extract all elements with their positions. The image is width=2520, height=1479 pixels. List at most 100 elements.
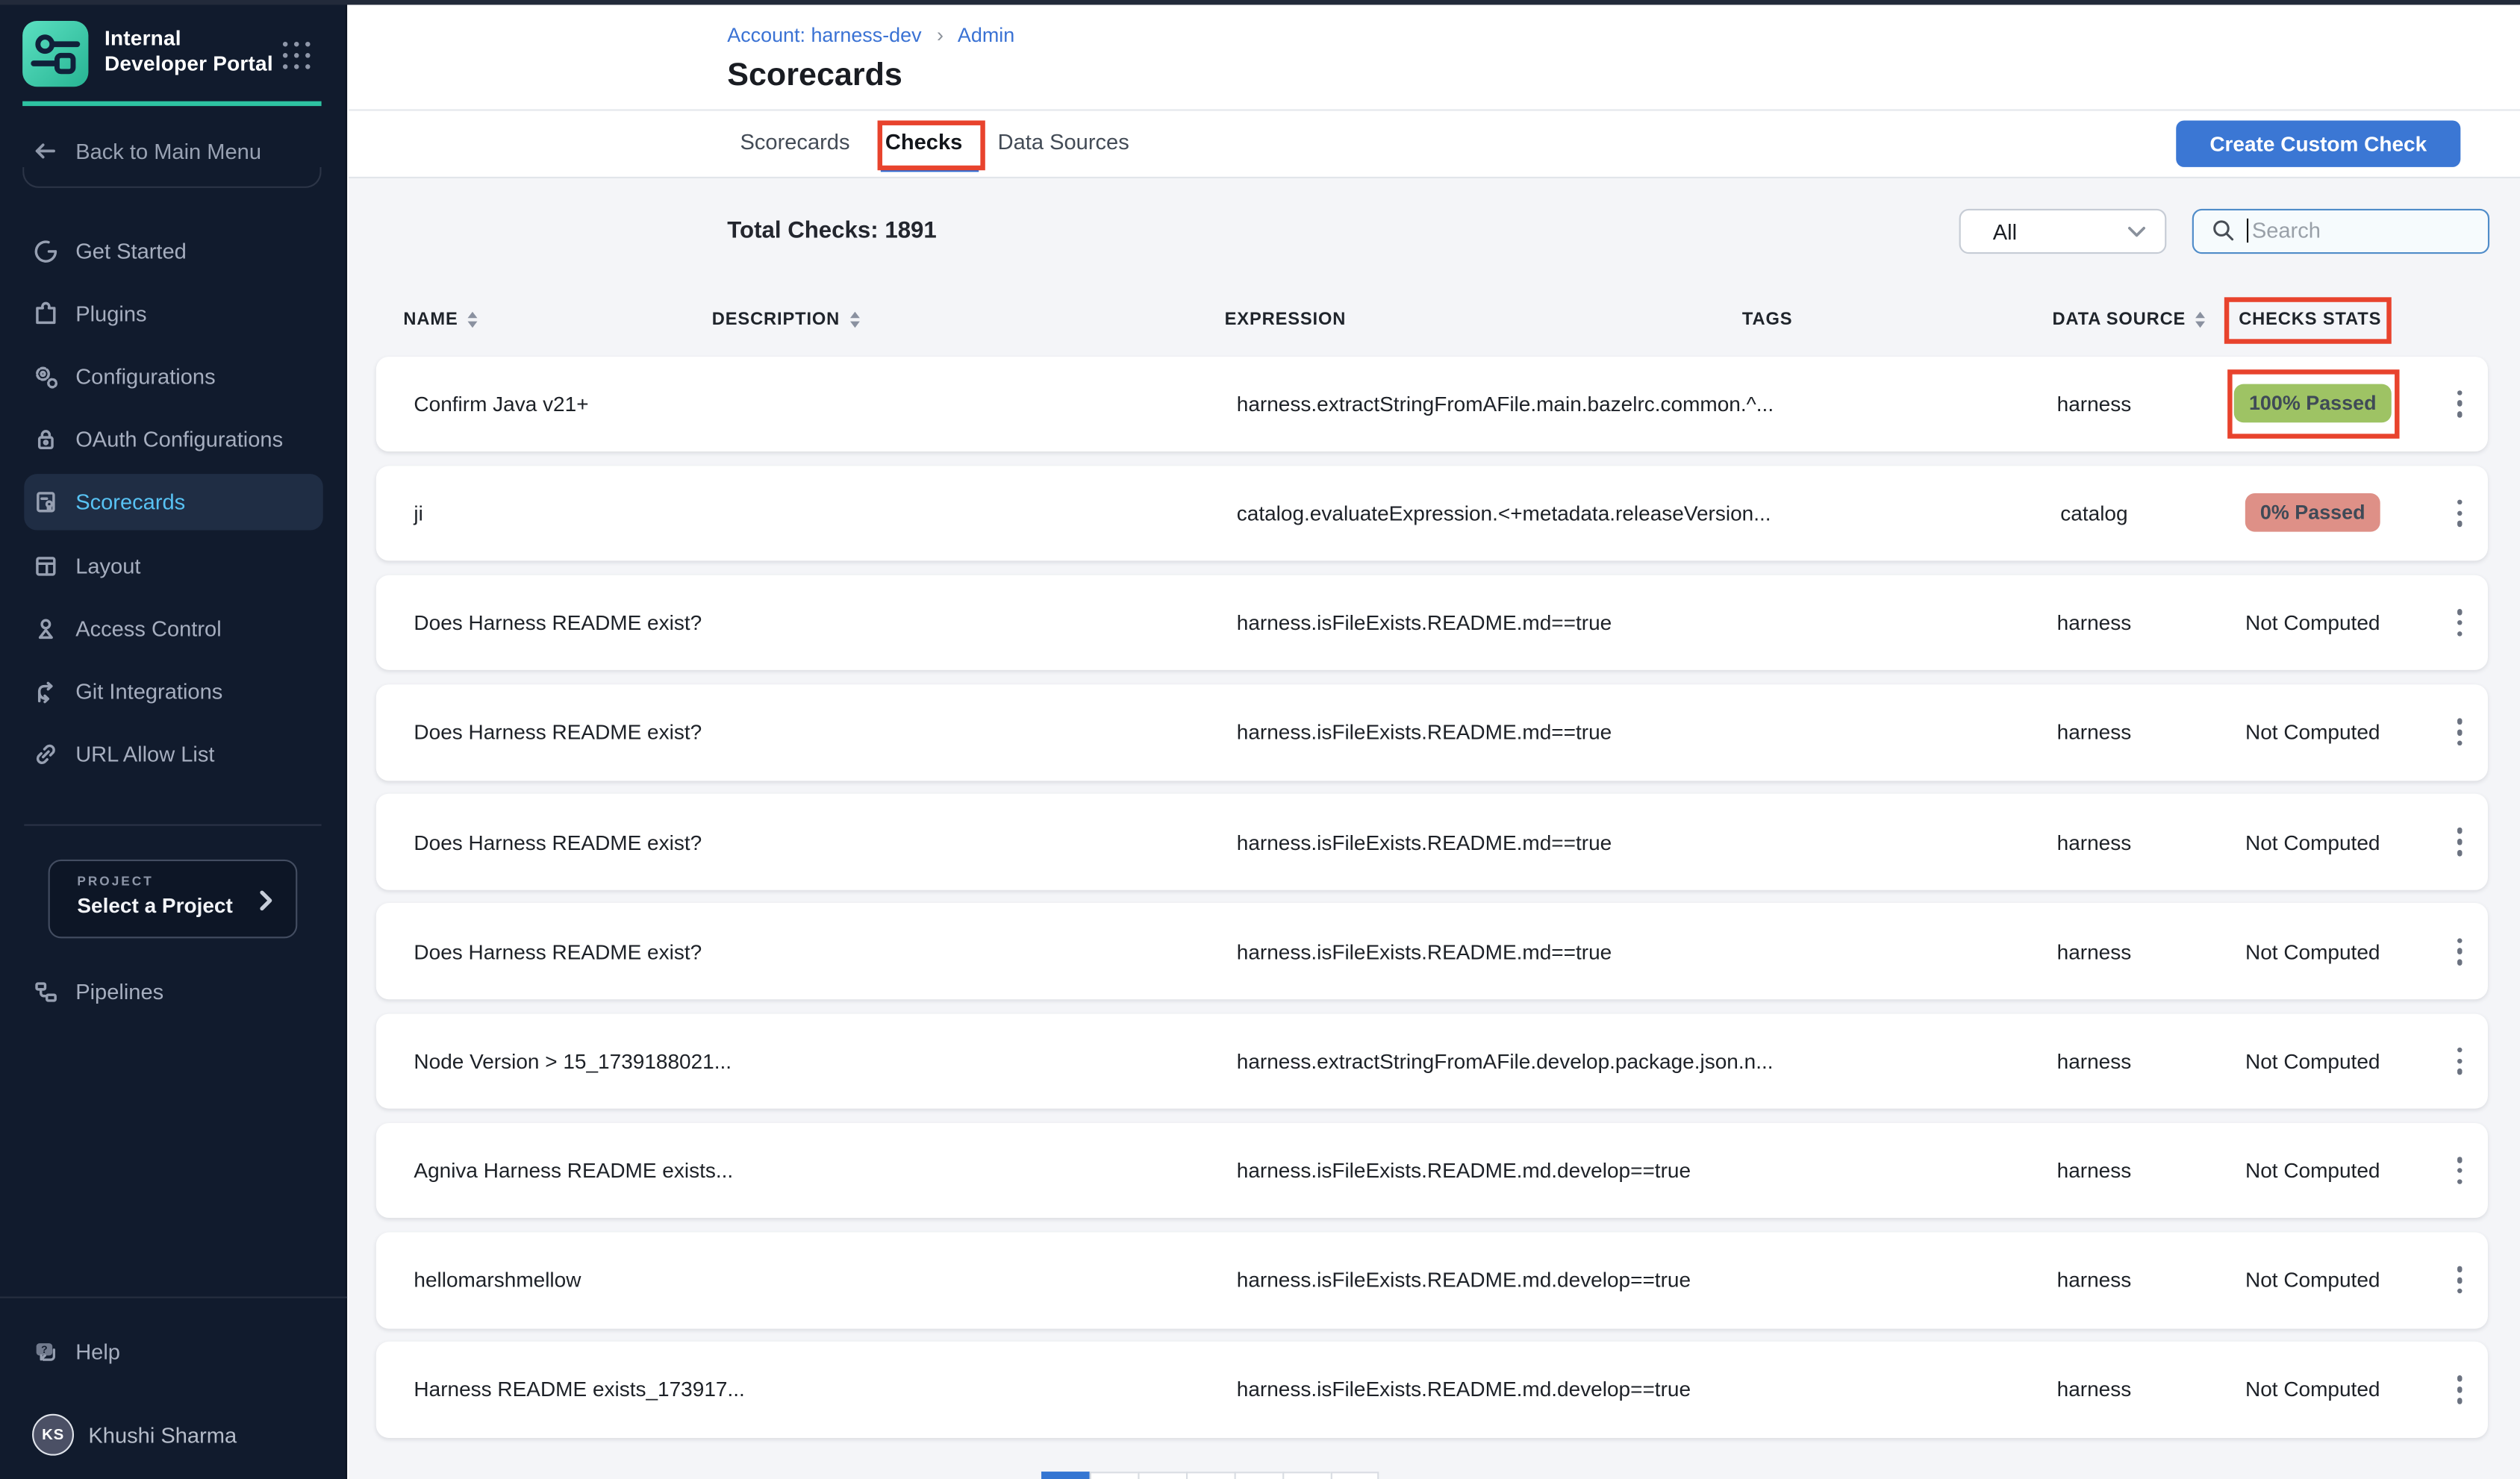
sidebar-item-layout[interactable]: Layout: [0, 534, 346, 597]
git-integrations-icon: [32, 678, 60, 705]
cell-name: Agniva Harness README exists...: [414, 1123, 992, 1219]
sort-icon[interactable]: [849, 312, 859, 328]
sort-icon[interactable]: [2195, 312, 2205, 328]
table-row: ji catalog.evaluateExpression.<+metadata…: [375, 466, 2487, 561]
sidebar-item-access-control[interactable]: Access Control: [0, 597, 346, 660]
table-row: Harness README exists_173917... harness.…: [375, 1342, 2487, 1437]
tab-checks[interactable]: Checks: [885, 120, 962, 163]
project-selector[interactable]: PROJECT Select a Project: [49, 859, 298, 938]
back-to-main-menu[interactable]: Back to Main Menu: [32, 135, 322, 167]
sidebar-item-oauth-configurations[interactable]: OAuth Configurations: [0, 408, 346, 471]
row-menu-kebab-icon[interactable]: [2445, 466, 2474, 561]
sidebar-item-help[interactable]: ? Help: [0, 1321, 346, 1383]
user-menu[interactable]: KS Khushi Sharma: [32, 1413, 337, 1457]
page-button[interactable]: [1235, 1472, 1283, 1479]
create-custom-check-button[interactable]: Create Custom Check: [2176, 120, 2460, 166]
cell-name: Confirm Java v21+: [414, 356, 992, 451]
chevron-down-icon: [2128, 226, 2146, 237]
row-menu-kebab-icon[interactable]: [2445, 575, 2474, 671]
oauth-icon: [32, 426, 60, 454]
sidebar-item-get-started[interactable]: Get Started: [0, 220, 346, 283]
cell-checks-stats-not-computed: Not Computed: [2224, 1342, 2401, 1437]
chevron-right-icon: [255, 888, 276, 912]
apps-grid-icon[interactable]: [283, 42, 312, 71]
sidebar-item-pipelines[interactable]: Pipelines: [0, 961, 346, 1024]
pipelines-icon: [32, 978, 60, 1006]
table-row: hellomarshmellow harness.isFileExists.RE…: [375, 1232, 2487, 1328]
cell-name: Does Harness README exist?: [414, 575, 992, 671]
row-menu-kebab-icon[interactable]: [2445, 794, 2474, 889]
cell-data-source: harness: [2014, 904, 2174, 999]
row-menu-kebab-icon[interactable]: [2445, 1232, 2474, 1328]
row-menu-kebab-icon[interactable]: [2445, 356, 2474, 451]
app-root: Internal Developer Portal Back to Main M…: [0, 0, 2520, 1479]
search-box: [2192, 208, 2489, 254]
sort-icon[interactable]: [468, 312, 478, 328]
table-row: Confirm Java v21+ harness.extractStringF…: [375, 356, 2487, 451]
page-button[interactable]: [1186, 1472, 1235, 1479]
column-header-name[interactable]: NAME: [403, 305, 477, 334]
cell-data-source: harness: [2014, 356, 2174, 451]
page-button[interactable]: [1090, 1472, 1138, 1479]
sidebar-item-git-integrations[interactable]: Git Integrations: [0, 660, 346, 722]
project-value: Select a Project: [77, 892, 279, 916]
cell-data-source: harness: [2014, 794, 2174, 889]
sidebar-item-configurations[interactable]: Configurations: [0, 345, 346, 408]
harness-idp-logo-icon: [22, 21, 88, 87]
tab-bar: Scorecards Checks Data Sources: [740, 120, 1129, 163]
sidebar-nav: Get Started Plugins Configurations OAuth…: [0, 220, 346, 786]
tab-data-sources[interactable]: Data Sources: [998, 120, 1129, 163]
url-allow-list-icon: [32, 740, 60, 768]
cell-name: Does Harness README exist?: [414, 904, 992, 999]
help-icon: ?: [32, 1339, 60, 1366]
search-icon: [2212, 219, 2236, 243]
cell-name: ji: [414, 466, 992, 561]
column-header-checks-stats: CHECKS STATS: [2239, 305, 2381, 334]
sidebar-divider-mid: [24, 825, 321, 826]
row-menu-kebab-icon[interactable]: [2445, 1123, 2474, 1219]
sidebar-divider-bottom: [0, 1295, 346, 1297]
cell-name: Node Version > 15_1739188021...: [414, 1013, 992, 1109]
sidebar-item-plugins[interactable]: Plugins: [0, 283, 346, 345]
cell-checks-stats-not-computed: Not Computed: [2224, 684, 2401, 780]
breadcrumb-account-link[interactable]: Account: harness-dev: [727, 24, 921, 46]
header-divider: [348, 109, 2520, 110]
row-menu-kebab-icon[interactable]: [2445, 684, 2474, 780]
stats-badge-red: 0% Passed: [2246, 494, 2380, 533]
row-menu-kebab-icon[interactable]: [2445, 1013, 2474, 1109]
cell-name: hellomarshmellow: [414, 1232, 992, 1328]
cell-name: Does Harness README exist?: [414, 684, 992, 780]
sidebar-item-url-allow-list[interactable]: URL Allow List: [0, 722, 346, 785]
cell-data-source: harness: [2014, 1013, 2174, 1109]
row-menu-kebab-icon[interactable]: [2445, 1342, 2474, 1437]
cell-expression: harness.isFileExists.README.md.develop==…: [1237, 1232, 1944, 1328]
access-control-icon: [32, 615, 60, 642]
cell-checks-stats-not-computed: Not Computed: [2224, 1232, 2401, 1328]
page-button[interactable]: [1282, 1472, 1331, 1479]
filter-dropdown[interactable]: All: [1959, 209, 2167, 254]
column-header-data-source[interactable]: DATA SOURCE: [2052, 305, 2205, 334]
table-row: Does Harness README exist? harness.isFil…: [375, 575, 2487, 671]
cell-data-source: harness: [2014, 684, 2174, 780]
tab-scorecards[interactable]: Scorecards: [740, 120, 849, 163]
cell-name: Does Harness README exist?: [414, 794, 992, 889]
page-button-active[interactable]: [1041, 1472, 1090, 1479]
column-header-tags: TAGS: [1742, 305, 1792, 334]
cell-expression: harness.isFileExists.README.md==true: [1237, 904, 1944, 999]
page-button[interactable]: [1138, 1472, 1186, 1479]
project-label: PROJECT: [77, 873, 279, 887]
cell-data-source: harness: [2014, 575, 2174, 671]
cell-checks-stats-not-computed: Not Computed: [2224, 1013, 2401, 1109]
row-menu-kebab-icon[interactable]: [2445, 904, 2474, 999]
cell-expression: harness.isFileExists.README.md==true: [1237, 575, 1944, 671]
scorecards-icon: [32, 489, 60, 516]
search-input[interactable]: [2252, 219, 2461, 243]
breadcrumb-admin-link[interactable]: Admin: [958, 24, 1014, 46]
page-button[interactable]: [1331, 1472, 1379, 1479]
table-header: NAMEDESCRIPTIONEXPRESSIONTAGSDATA SOURCE…: [348, 305, 2520, 334]
cell-expression: harness.extractStringFromAFile.main.baze…: [1237, 356, 1944, 451]
column-header-description[interactable]: DESCRIPTION: [712, 305, 859, 334]
sidebar: Internal Developer Portal Back to Main M…: [0, 0, 346, 1479]
cell-data-source: harness: [2014, 1123, 2174, 1219]
sidebar-item-scorecards[interactable]: Scorecards: [0, 472, 346, 534]
